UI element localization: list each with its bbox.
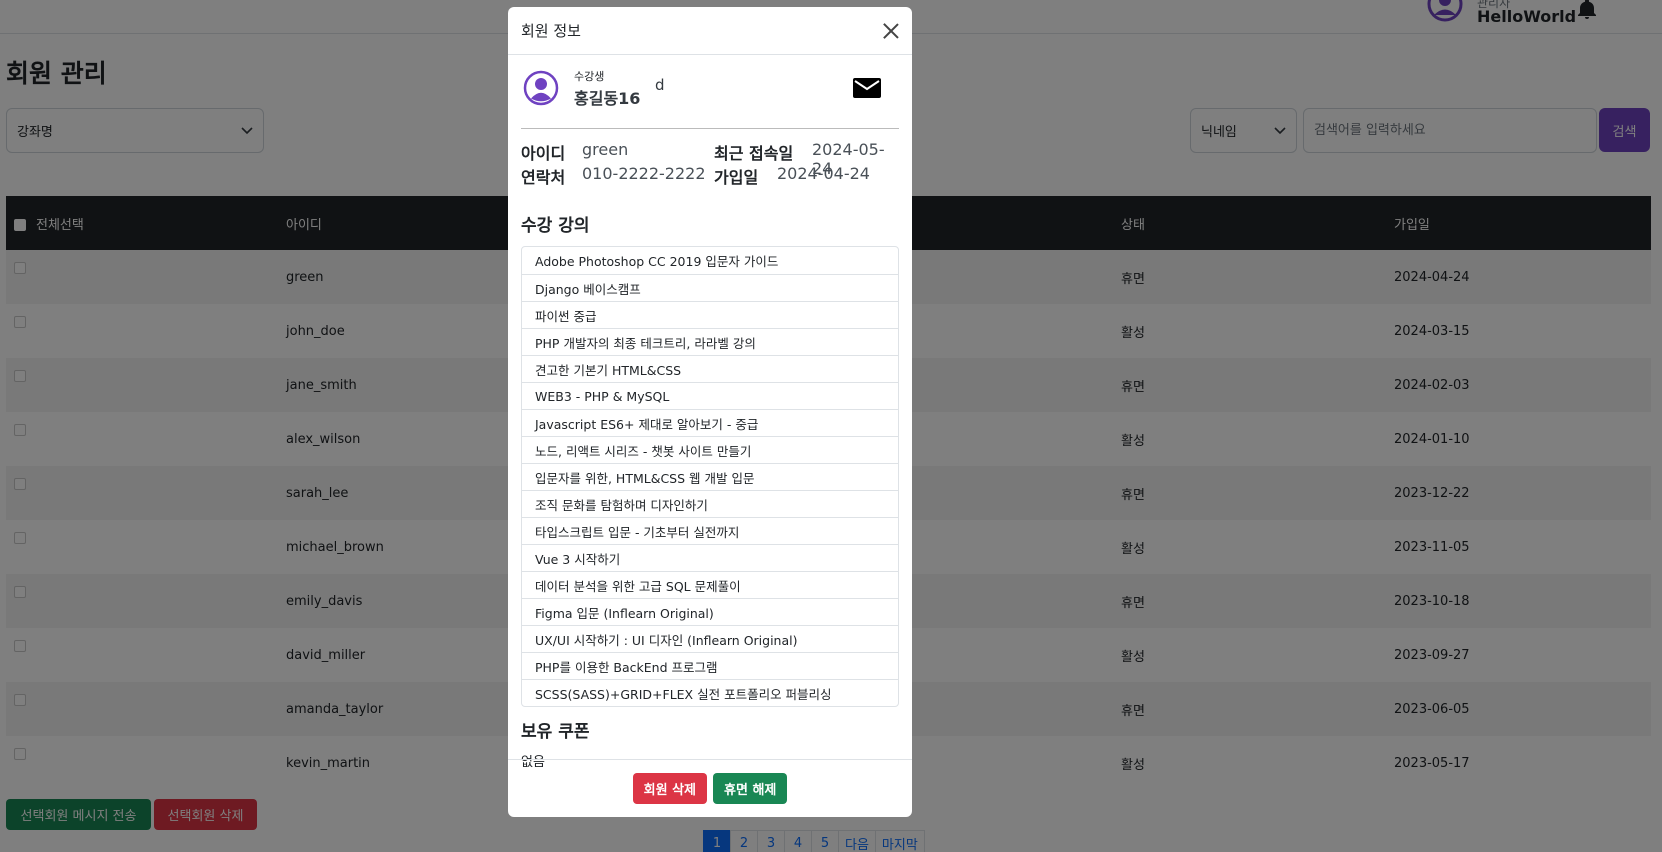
modal-title: 회원 정보 bbox=[521, 22, 581, 40]
coupons-title: 보유 쿠폰 bbox=[521, 722, 590, 742]
courses-title: 수강 강의 bbox=[521, 216, 590, 236]
list-item: Javascript ES6+ 제대로 알아보기 - 중급 bbox=[522, 409, 898, 436]
list-item: Figma 입문 (Inflearn Original) bbox=[522, 598, 898, 625]
joined-label: 가입일 bbox=[714, 168, 759, 187]
list-item: UX/UI 시작하기 : UI 디자인 (Inflearn Original) bbox=[522, 625, 898, 652]
phone-value: 010-2222-2222 bbox=[582, 164, 706, 183]
member-role: 수강생 bbox=[574, 70, 605, 83]
joined-value: 2024-04-24 bbox=[777, 164, 870, 183]
list-item: Django 베이스캠프 bbox=[522, 274, 898, 301]
list-item: Vue 3 시작하기 bbox=[522, 544, 898, 571]
list-item: 타입스크립트 입문 - 기초부터 실전까지 bbox=[522, 517, 898, 544]
id-label: 아이디 bbox=[521, 144, 566, 163]
member-info-modal: 회원 정보 수강생 홍길동16 d 아이디 green 최근 접속일 2024-… bbox=[508, 7, 912, 817]
last-login-label: 최근 접속일 bbox=[714, 144, 794, 163]
member-nickname: d bbox=[655, 76, 665, 94]
member-name: 홍길동16 bbox=[574, 89, 641, 108]
member-details: 아이디 green 최근 접속일 2024-05-24 연락처 010-2222… bbox=[521, 129, 899, 211]
list-item: 노드, 리액트 시리즈 - 챗봇 사이트 만들기 bbox=[522, 436, 898, 463]
list-item: 데이터 분석을 위한 고급 SQL 문제풀이 bbox=[522, 571, 898, 598]
list-item: 입문자를 위한, HTML&CSS 웹 개발 입문 bbox=[522, 463, 898, 490]
member-profile: 수강생 홍길동16 d bbox=[521, 55, 899, 129]
reactivate-member-button[interactable]: 휴면 해제 bbox=[713, 773, 788, 804]
modal-body: 수강생 홍길동16 d 아이디 green 최근 접속일 2024-05-24 … bbox=[508, 55, 912, 770]
modal-header: 회원 정보 bbox=[508, 7, 912, 55]
id-value: green bbox=[582, 140, 629, 159]
phone-label: 연락처 bbox=[521, 168, 566, 187]
list-item: SCSS(SASS)+GRID+FLEX 실전 포트폴리오 퍼블리싱 bbox=[522, 679, 898, 706]
delete-member-button[interactable]: 회원 삭제 bbox=[632, 773, 707, 804]
list-item: WEB3 - PHP & MySQL bbox=[522, 382, 898, 409]
close-icon[interactable] bbox=[883, 23, 899, 39]
list-item: PHP 개발자의 최종 테크트리, 라라벨 강의 bbox=[522, 328, 898, 355]
user-avatar-icon bbox=[523, 70, 559, 106]
list-item: 조직 문화를 탐험하며 디자인하기 bbox=[522, 490, 898, 517]
list-item: PHP를 이용한 BackEnd 프로그램 bbox=[522, 652, 898, 679]
list-item: 파이썬 중급 bbox=[522, 301, 898, 328]
mail-icon[interactable] bbox=[852, 73, 882, 103]
list-item: Adobe Photoshop CC 2019 입문자 가이드 bbox=[535, 254, 779, 269]
modal-footer: 회원 삭제 휴면 해제 bbox=[508, 759, 912, 817]
list-item: 견고한 기본기 HTML&CSS bbox=[522, 355, 898, 382]
course-list: Adobe Photoshop CC 2019 입문자 가이드 Django 베… bbox=[521, 246, 899, 707]
